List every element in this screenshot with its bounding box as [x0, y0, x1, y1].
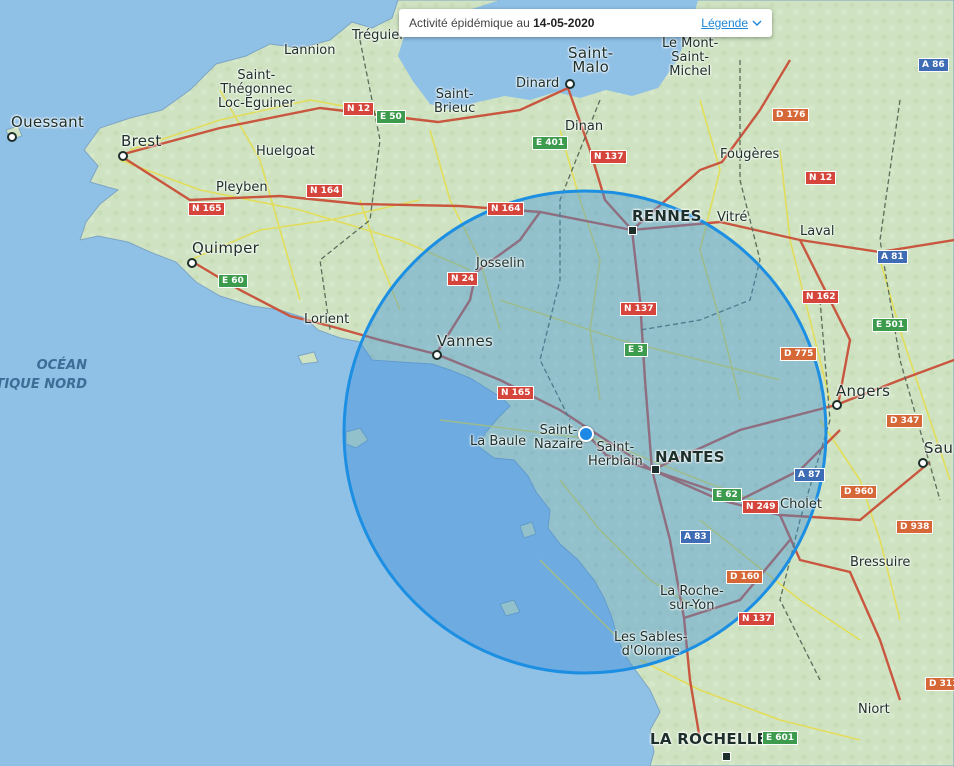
la-rochelle-square: [722, 752, 731, 761]
quimper-dot: [187, 258, 197, 268]
city-treguier: Tréguier: [352, 28, 405, 43]
city-josselin: Josselin: [476, 256, 525, 271]
road-shield: E 401: [532, 136, 569, 150]
city-saint-brieuc: Saint- Brieuc: [434, 87, 476, 116]
city-cholet: Cholet: [780, 497, 822, 512]
angers-dot: [832, 400, 842, 410]
city-les-sables: Les Sables- d'Olonne: [614, 630, 688, 659]
road-shield: A 86: [918, 58, 949, 72]
road-shield: D 938: [896, 520, 934, 534]
road-shield: N 12: [805, 171, 837, 185]
location-dot-icon[interactable]: [578, 426, 594, 442]
road-shield: N 137: [738, 612, 776, 626]
road-shield: E 50: [376, 110, 406, 124]
road-shield: E 501: [872, 318, 909, 332]
saumur-dot: [918, 458, 928, 468]
road-shield: D 176: [772, 108, 810, 122]
road-shield: N 164: [306, 184, 344, 198]
legend-label[interactable]: Légende: [701, 16, 748, 30]
city-saint-herblain: Saint- Herblain: [588, 440, 643, 469]
city-angers: Angers: [836, 382, 891, 400]
ocean-label: OCÉAN TIQUE NORD: [0, 358, 87, 392]
road-shield: E 62: [712, 488, 742, 502]
city-lorient: Lorient: [304, 312, 350, 327]
brest-dot: [118, 151, 128, 161]
city-saint-nazaire: Saint- Nazaire: [534, 423, 584, 452]
city-vitre: Vitré: [717, 210, 748, 225]
date-label: Activité épidémique au 14-05-2020: [409, 16, 594, 30]
city-rennes: RENNES: [632, 207, 702, 225]
road-shield: N 249: [742, 500, 780, 514]
city-niort: Niort: [858, 702, 890, 717]
rennes-square: [628, 226, 637, 235]
road-shield: A 83: [680, 530, 711, 544]
city-laval: Laval: [800, 224, 835, 239]
road-shield: N 164: [487, 202, 525, 216]
city-mont-saint-michel: Le Mont- Saint- Michel: [662, 36, 719, 79]
road-shield: E 60: [218, 274, 248, 288]
ouessant-dot: [7, 132, 17, 142]
city-bressuire: Bressuire: [850, 555, 911, 570]
road-shield: D 775: [780, 347, 818, 361]
road-shield: N 165: [497, 386, 535, 400]
city-vannes: Vannes: [437, 332, 494, 350]
road-shield: D 960: [840, 485, 878, 499]
city-quimper: Quimper: [192, 239, 260, 257]
road-shield: N 12: [343, 102, 375, 116]
road-shield: N 137: [620, 302, 658, 316]
road-shield: A 81: [877, 250, 908, 264]
city-nantes: NANTES: [655, 448, 725, 466]
road-shield: E 3: [624, 343, 648, 357]
road-shield: E 601: [762, 731, 799, 745]
legend-toggle-button[interactable]: Légende: [701, 16, 762, 30]
road-shield: D 311: [925, 677, 954, 691]
city-saumur: Sau: [924, 439, 954, 457]
city-brest: Brest: [121, 132, 162, 150]
city-la-roche-sur-yon: La Roche- sur-Yon: [660, 584, 724, 613]
city-la-rochelle: LA ROCHELLE: [650, 730, 768, 748]
city-saint-malo: Saint- Malo: [568, 44, 614, 76]
city-fougeres: Fougères: [720, 147, 780, 162]
city-lannion: Lannion: [284, 43, 336, 58]
chevron-down-icon: [752, 20, 762, 26]
map-canvas[interactable]: [0, 0, 954, 766]
road-shield: D 347: [886, 414, 924, 428]
road-shield: A 87: [794, 468, 825, 482]
nantes-square: [651, 465, 660, 474]
dinard-dot: [565, 79, 575, 89]
road-shield: N 137: [590, 150, 628, 164]
city-saint-thegonnec: Saint- Thégonnec Loc-Eguiner: [218, 68, 295, 111]
city-dinan: Dinan: [565, 119, 604, 134]
road-shield: N 162: [802, 290, 840, 304]
road-shield: D 160: [726, 570, 764, 584]
city-la-baule: La Baule: [470, 434, 527, 449]
road-shield: N 24: [447, 272, 479, 286]
city-pleyben: Pleyben: [216, 180, 268, 195]
epidemic-date-panel: Activité épidémique au 14-05-2020 Légend…: [399, 9, 772, 37]
date-prefix: Activité épidémique au: [409, 16, 530, 30]
date-value: 14-05-2020: [533, 16, 595, 30]
city-ouessant: Ouessant: [11, 113, 85, 131]
city-huelgoat: Huelgoat: [256, 144, 315, 159]
vannes-dot: [432, 350, 442, 360]
city-dinard: Dinard: [516, 76, 560, 91]
road-shield: N 165: [188, 202, 226, 216]
